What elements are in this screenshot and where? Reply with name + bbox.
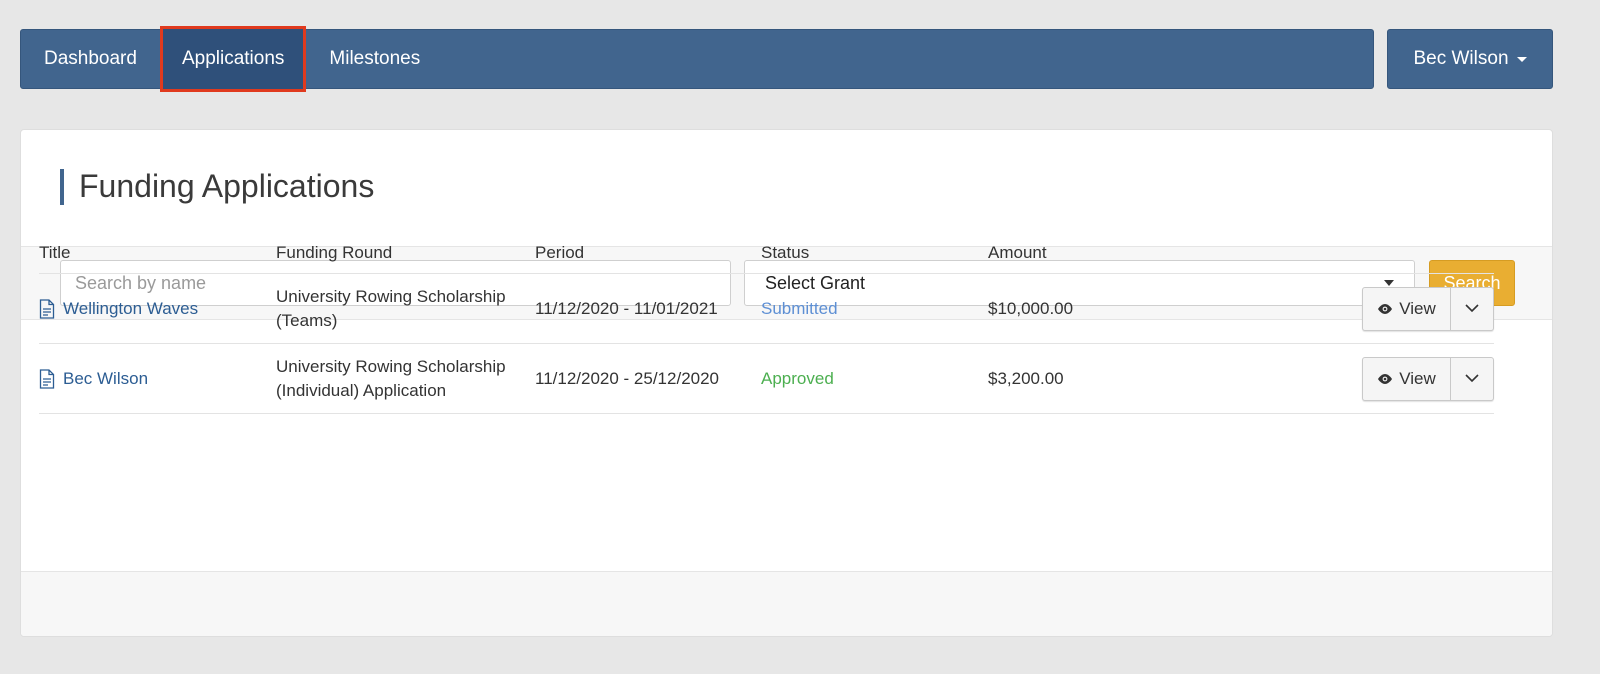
header-period: Period xyxy=(535,242,585,262)
eye-icon xyxy=(1378,373,1393,384)
funding-round-line2: (Individual) Application xyxy=(276,380,447,400)
period: 11/12/2020 - 25/12/2020 xyxy=(535,368,720,388)
funding-round: University Rowing Scholarship (Individua… xyxy=(276,355,535,403)
amount: $3,200.00 xyxy=(988,368,1064,388)
table-header-row: Title Funding Round Period Status Amount xyxy=(39,232,1494,274)
row-actions: View xyxy=(1362,356,1494,401)
header-title: Title xyxy=(39,242,71,262)
header-status: Status xyxy=(761,242,810,262)
view-button[interactable]: View xyxy=(1363,357,1451,400)
card-footer xyxy=(21,571,1552,636)
application-title-link[interactable]: Wellington Waves xyxy=(39,299,276,319)
title-accent-bar xyxy=(60,169,64,205)
card-header: Funding Applications xyxy=(21,130,1552,246)
document-icon xyxy=(39,368,55,389)
application-title: Bec Wilson xyxy=(63,368,149,388)
status-badge: Approved xyxy=(761,368,834,388)
application-title: Wellington Waves xyxy=(63,298,199,318)
applications-table: Title Funding Round Period Status Amount… xyxy=(39,232,1494,414)
top-navigation-bar: Dashboard Applications Milestones xyxy=(20,26,1374,92)
table-row: Wellington Waves University Rowing Schol… xyxy=(39,274,1494,344)
page-title: Funding Applications xyxy=(79,168,375,204)
chevron-down-icon xyxy=(1465,374,1479,383)
period: 11/12/2020 - 11/01/2021 xyxy=(535,298,718,318)
view-label: View xyxy=(1399,368,1436,388)
eye-icon xyxy=(1378,303,1393,314)
user-name: Bec Wilson xyxy=(1413,48,1509,69)
user-menu-button[interactable]: Bec Wilson xyxy=(1387,29,1553,89)
nav-dashboard[interactable]: Dashboard xyxy=(21,29,160,89)
table-row: Bec Wilson University Rowing Scholarship… xyxy=(39,344,1494,414)
application-title-link[interactable]: Bec Wilson xyxy=(39,369,276,389)
funding-round-line1: University Rowing Scholarship xyxy=(276,286,506,306)
nav-applications[interactable]: Applications xyxy=(159,26,307,92)
nav-milestones[interactable]: Milestones xyxy=(306,29,443,89)
chevron-down-icon xyxy=(1465,304,1479,313)
caret-down-icon xyxy=(1516,56,1527,62)
row-actions: View xyxy=(1362,286,1494,331)
status-badge: Submitted xyxy=(761,298,838,318)
view-button[interactable]: View xyxy=(1363,287,1451,330)
header-funding-round: Funding Round xyxy=(276,242,393,262)
funding-round-line2: (Teams) xyxy=(276,310,338,330)
funding-round: University Rowing Scholarship (Teams) xyxy=(276,285,535,333)
amount: $10,000.00 xyxy=(988,298,1074,318)
row-dropdown-button[interactable] xyxy=(1451,358,1493,400)
row-dropdown-button[interactable] xyxy=(1451,288,1493,330)
header-amount: Amount xyxy=(988,242,1047,262)
funding-round-line1: University Rowing Scholarship xyxy=(276,356,506,376)
document-icon xyxy=(39,298,55,319)
view-label: View xyxy=(1399,298,1436,318)
